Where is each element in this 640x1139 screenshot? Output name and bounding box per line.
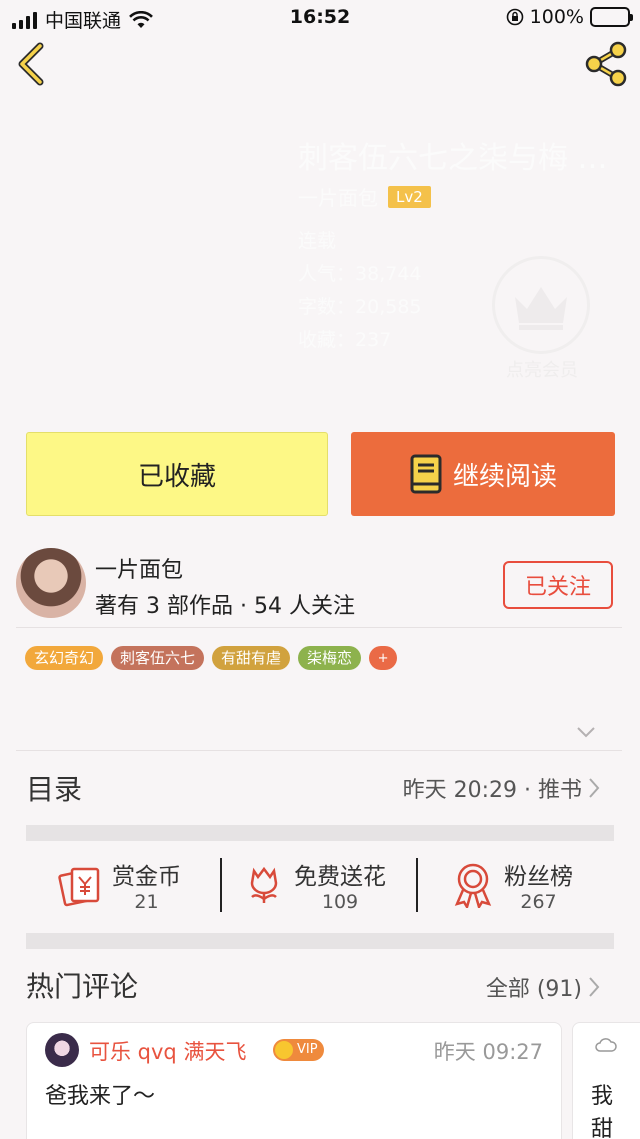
toc-update-text: 昨天 20:29 · 推书 — [402, 778, 582, 803]
all-comments-label: 全部 (91) — [485, 977, 582, 1002]
add-tag-button[interactable]: + — [369, 646, 398, 670]
book-favorites: 收藏：237 — [298, 329, 392, 351]
author-meta: 著有 3 部作品 · 54 人关注 — [95, 594, 355, 619]
stat-value: 21 — [134, 891, 159, 913]
favorited-button[interactable]: 已收藏 — [26, 432, 328, 516]
author-section: 一片面包 著有 3 部作品 · 54 人关注 已关注 — [0, 548, 640, 626]
commenter-name[interactable]: 可乐 qvq 满天飞 — [89, 1036, 246, 1066]
comment-card[interactable]: 我 甜 — [572, 1022, 640, 1139]
battery-percent: 100% — [529, 6, 584, 28]
author-name[interactable]: 一片面包 — [95, 552, 183, 584]
comment-card[interactable]: 可乐 qvq 满天飞 VIP 昨天 09:27 爸我来了～ — [26, 1022, 562, 1139]
back-chevron-icon[interactable] — [12, 40, 52, 88]
chevron-right-icon — [589, 778, 600, 798]
divider — [416, 858, 418, 912]
battery-icon — [590, 7, 633, 27]
toc-label: 目录 — [26, 773, 83, 806]
stat-value: 267 — [520, 891, 557, 913]
toc-row[interactable]: 目录 昨天 20:29 · 推书 — [26, 768, 600, 810]
hot-comments-label: 热门评论 — [26, 970, 139, 1003]
all-comments-link[interactable]: 全部 (91) — [486, 971, 600, 1003]
continue-reading-label: 继续阅读 — [452, 461, 557, 492]
support-stats: 赏金币 21 免费送花 109 粉丝榜 267 — [26, 852, 614, 918]
tag-item[interactable]: 柒梅恋 — [298, 646, 362, 670]
toc-update: 昨天 20:29 · 推书 — [403, 772, 600, 804]
comment-text: 我 — [591, 1084, 614, 1109]
status-bar: 中国联通 16:52 100% — [0, 0, 640, 36]
book-author[interactable]: 一片面包 — [298, 182, 378, 211]
book-word-count: 字数：20,585 — [298, 296, 422, 318]
crown-icon — [515, 287, 567, 330]
vip-badge: VIP — [273, 1039, 324, 1061]
book-author-row: 一片面包 Lv2 — [298, 182, 431, 211]
comment-text: 爸我来了～ — [45, 1084, 156, 1109]
stat-name: 免费送花 — [294, 864, 386, 890]
chevron-down-icon[interactable] — [576, 725, 596, 739]
commenter-avatar[interactable] — [45, 1033, 79, 1067]
divider — [16, 627, 622, 628]
tag-item[interactable]: 刺客伍六七 — [111, 646, 205, 670]
book-status: 连载 — [298, 230, 337, 252]
section-separator — [26, 933, 614, 949]
fan-ranking-button[interactable]: 粉丝榜 267 — [452, 852, 573, 918]
tag-item[interactable]: 有甜有虐 — [212, 646, 291, 670]
divider — [16, 750, 622, 751]
author-avatar[interactable] — [16, 548, 86, 618]
comment-time: 昨天 09:27 — [433, 1040, 543, 1064]
hot-comments-header: 热门评论 全部 (91) — [26, 965, 600, 1007]
flower-icon — [250, 866, 278, 903]
send-flower-button[interactable]: 免费送花 109 — [244, 852, 386, 918]
orientation-lock-icon — [506, 8, 523, 26]
medal-icon — [454, 863, 492, 908]
follow-label: 已关注 — [524, 575, 591, 600]
vip-label: 点亮会员 — [506, 360, 578, 381]
continue-reading-button[interactable]: 继续阅读 — [351, 432, 615, 516]
book-title: 刺客伍六七之柒与梅 … — [298, 141, 608, 176]
stat-name: 赏金币 — [112, 864, 181, 890]
cloud-icon — [595, 1038, 617, 1052]
book-popularity: 人气：38,744 — [298, 263, 422, 285]
favorited-label: 已收藏 — [137, 461, 216, 492]
tag-item[interactable]: 玄幻奇幻 — [25, 646, 104, 670]
red-envelope-icon — [58, 867, 100, 907]
vip-crown-button[interactable] — [492, 256, 590, 354]
comment-text: 甜 — [591, 1117, 614, 1139]
stat-name: 粉丝榜 — [504, 864, 573, 890]
level-badge: Lv2 — [388, 185, 431, 208]
section-separator — [26, 825, 614, 841]
divider — [220, 858, 222, 912]
tag-list: 玄幻奇幻 刺客伍六七 有甜有虐 柒梅恋 + — [25, 646, 398, 670]
chevron-right-icon — [589, 977, 600, 997]
reward-coins-button[interactable]: 赏金币 21 — [58, 852, 181, 918]
book-icon — [410, 454, 442, 494]
share-icon[interactable] — [582, 40, 630, 88]
follow-button[interactable]: 已关注 — [503, 561, 613, 609]
battery-info: 100% — [506, 6, 633, 28]
stat-value: 109 — [321, 891, 359, 913]
